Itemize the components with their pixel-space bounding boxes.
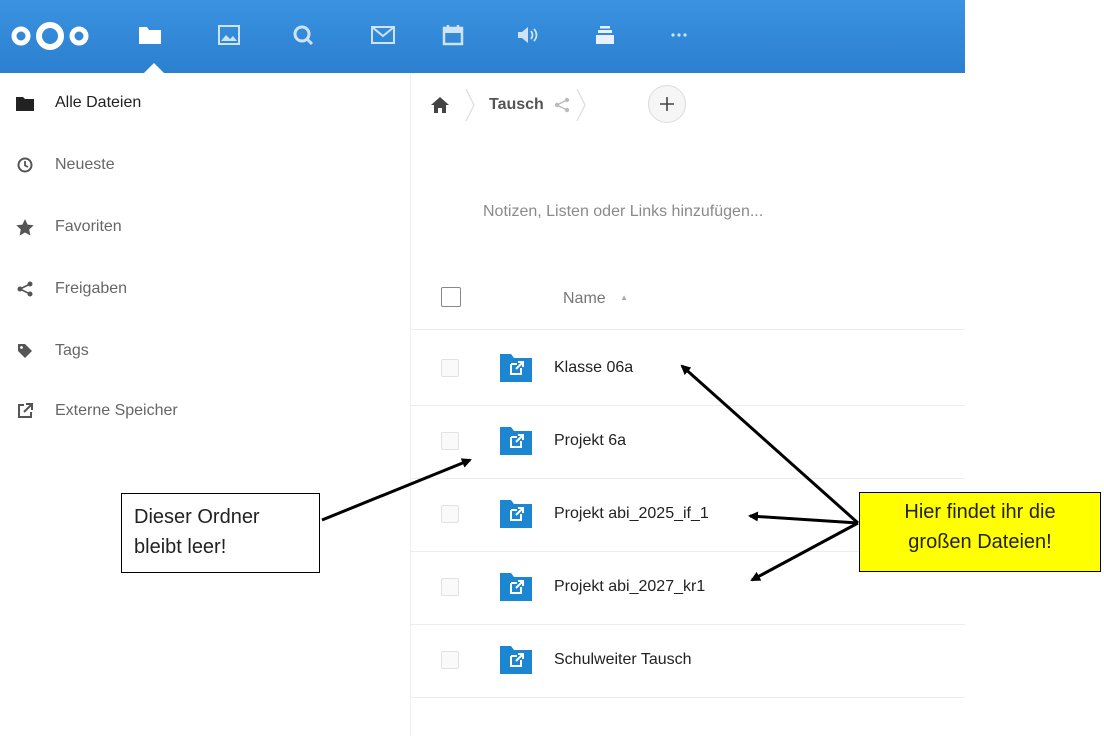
- annotation-callout-left: Dieser Ordner bleibt leer!: [121, 493, 320, 573]
- callout-line: Hier findet ihr die: [904, 501, 1056, 523]
- annotation-callout-right: Hier findet ihr die großen Dateien!: [859, 492, 1101, 572]
- annotation-arrows: [321, 364, 859, 582]
- callout-line: bleibt leer!: [134, 536, 227, 558]
- callout-line: Dieser Ordner: [134, 506, 260, 528]
- callout-line: großen Dateien!: [908, 531, 1052, 553]
